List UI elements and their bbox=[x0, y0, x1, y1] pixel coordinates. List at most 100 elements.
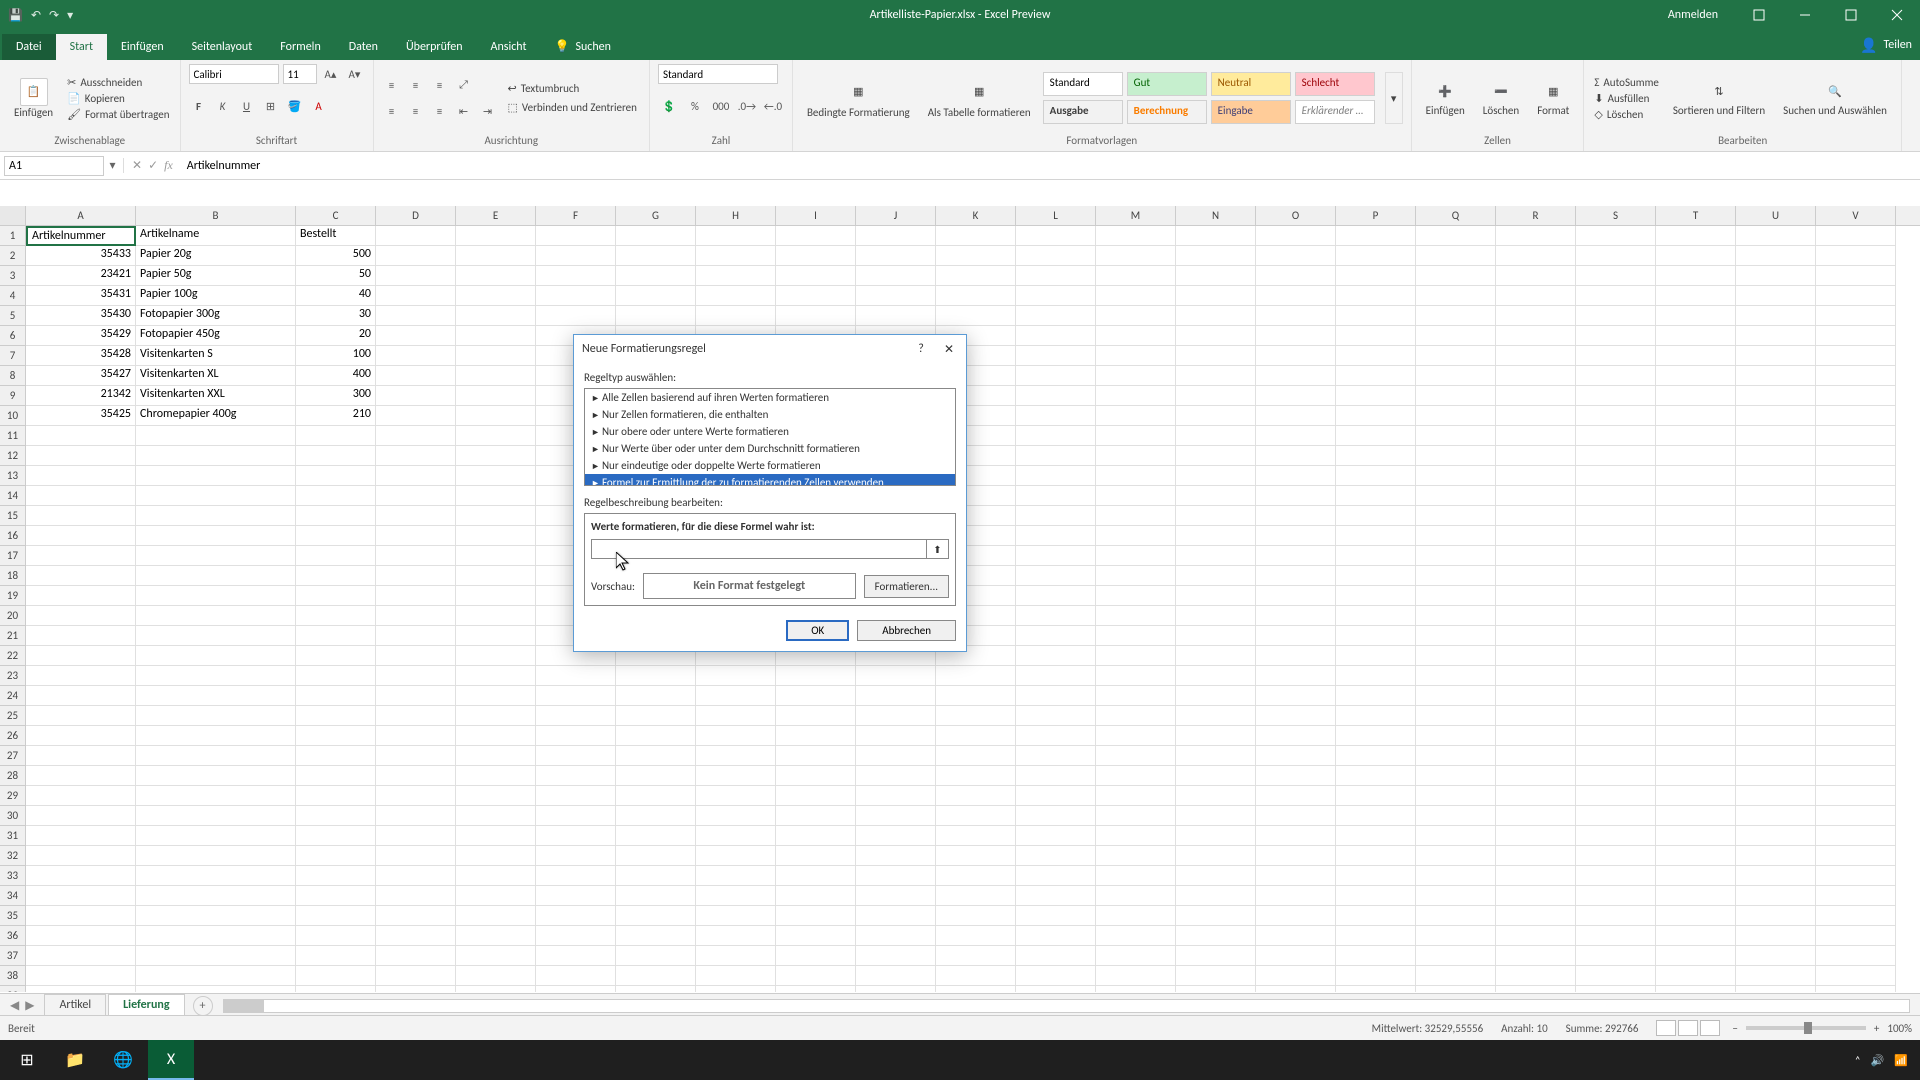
cell[interactable] bbox=[1016, 666, 1096, 686]
cell[interactable] bbox=[1256, 926, 1336, 946]
cell[interactable] bbox=[1576, 826, 1656, 846]
cell[interactable] bbox=[1016, 226, 1096, 246]
cell[interactable] bbox=[536, 906, 616, 926]
cell[interactable] bbox=[1336, 706, 1416, 726]
cell[interactable] bbox=[1416, 586, 1496, 606]
cell[interactable] bbox=[296, 926, 376, 946]
cell[interactable]: 400 bbox=[296, 366, 376, 386]
cell[interactable] bbox=[1176, 666, 1256, 686]
cell[interactable] bbox=[1256, 386, 1336, 406]
cell[interactable] bbox=[1736, 286, 1816, 306]
cell[interactable] bbox=[1736, 246, 1816, 266]
cell[interactable] bbox=[1256, 866, 1336, 886]
cell[interactable] bbox=[1096, 966, 1176, 986]
decimal-inc-icon[interactable]: .0→ bbox=[736, 96, 758, 116]
cell[interactable] bbox=[376, 466, 456, 486]
cell[interactable] bbox=[136, 466, 296, 486]
cell[interactable] bbox=[1416, 426, 1496, 446]
cell[interactable] bbox=[1576, 986, 1656, 992]
cancel-formula-icon[interactable]: ✕ bbox=[132, 158, 142, 173]
cell[interactable] bbox=[1576, 486, 1656, 506]
cell[interactable] bbox=[856, 306, 936, 326]
cell[interactable] bbox=[1016, 706, 1096, 726]
cell[interactable]: 500 bbox=[296, 246, 376, 266]
cell[interactable] bbox=[536, 926, 616, 946]
cell[interactable] bbox=[1576, 446, 1656, 466]
cell[interactable] bbox=[776, 786, 856, 806]
cell[interactable] bbox=[1256, 566, 1336, 586]
cell[interactable] bbox=[1256, 546, 1336, 566]
rule-type-item[interactable]: Nur eindeutige oder doppelte Werte forma… bbox=[585, 457, 955, 474]
cell[interactable] bbox=[296, 546, 376, 566]
cell[interactable] bbox=[26, 726, 136, 746]
grow-font-icon[interactable]: A▴ bbox=[321, 64, 341, 84]
ok-button[interactable]: OK bbox=[786, 620, 849, 641]
cell[interactable] bbox=[296, 506, 376, 526]
row-header[interactable]: 10 bbox=[0, 406, 26, 426]
cell[interactable]: 40 bbox=[296, 286, 376, 306]
cell[interactable] bbox=[1416, 366, 1496, 386]
cell[interactable] bbox=[1656, 966, 1736, 986]
horizontal-scrollbar[interactable] bbox=[223, 999, 1910, 1013]
cell[interactable] bbox=[1576, 626, 1656, 646]
cell[interactable] bbox=[1016, 446, 1096, 466]
cell[interactable] bbox=[856, 826, 936, 846]
format-button[interactable]: Formatieren... bbox=[864, 575, 949, 598]
cell[interactable] bbox=[376, 706, 456, 726]
cell[interactable] bbox=[776, 746, 856, 766]
cell[interactable] bbox=[1576, 546, 1656, 566]
cell[interactable] bbox=[1256, 846, 1336, 866]
cell[interactable] bbox=[1496, 966, 1576, 986]
cell[interactable] bbox=[936, 986, 1016, 992]
format-as-table-button[interactable]: ▦Als Tabelle formatieren bbox=[922, 76, 1037, 121]
cell[interactable] bbox=[136, 626, 296, 646]
cell[interactable] bbox=[1016, 606, 1096, 626]
cell[interactable] bbox=[376, 946, 456, 966]
cell[interactable] bbox=[1336, 426, 1416, 446]
cell[interactable] bbox=[296, 466, 376, 486]
cell[interactable] bbox=[376, 346, 456, 366]
cell[interactable] bbox=[136, 426, 296, 446]
format-painter-button[interactable]: 🖌Format übertragen bbox=[65, 107, 171, 122]
tab-seitenlayout[interactable]: Seitenlayout bbox=[178, 34, 267, 60]
cell[interactable] bbox=[296, 526, 376, 546]
cell[interactable] bbox=[26, 866, 136, 886]
cell[interactable] bbox=[1336, 726, 1416, 746]
cell[interactable] bbox=[776, 286, 856, 306]
style-neutral[interactable]: Neutral bbox=[1211, 72, 1291, 96]
style-ausgabe[interactable]: Ausgabe bbox=[1043, 100, 1123, 124]
cell[interactable] bbox=[936, 726, 1016, 746]
row-header[interactable]: 6 bbox=[0, 326, 26, 346]
cell[interactable] bbox=[296, 806, 376, 826]
tab-daten[interactable]: Daten bbox=[335, 34, 392, 60]
cell[interactable] bbox=[1176, 346, 1256, 366]
cell[interactable] bbox=[1096, 706, 1176, 726]
cell[interactable] bbox=[536, 946, 616, 966]
cell[interactable] bbox=[1656, 706, 1736, 726]
cell[interactable] bbox=[136, 806, 296, 826]
cell[interactable] bbox=[1816, 886, 1896, 906]
cell[interactable] bbox=[1736, 726, 1816, 746]
cell[interactable] bbox=[26, 946, 136, 966]
cell[interactable] bbox=[456, 366, 536, 386]
cell[interactable] bbox=[1656, 266, 1736, 286]
row-header[interactable]: 2 bbox=[0, 246, 26, 266]
rule-type-item[interactable]: Nur obere oder untere Werte formatieren bbox=[585, 423, 955, 440]
cell[interactable] bbox=[456, 726, 536, 746]
cell[interactable] bbox=[1656, 746, 1736, 766]
cell[interactable]: Papier 50g bbox=[136, 266, 296, 286]
share-button[interactable]: 👤Teilen bbox=[1860, 30, 1912, 60]
cell[interactable] bbox=[536, 306, 616, 326]
cell[interactable] bbox=[456, 286, 536, 306]
cell[interactable] bbox=[376, 666, 456, 686]
cell[interactable] bbox=[1576, 426, 1656, 446]
cell[interactable] bbox=[1176, 306, 1256, 326]
cell[interactable] bbox=[1176, 626, 1256, 646]
cell[interactable] bbox=[1576, 326, 1656, 346]
cell[interactable] bbox=[1496, 646, 1576, 666]
delete-cells-button[interactable]: ➖Löschen bbox=[1477, 78, 1525, 119]
row-header[interactable]: 21 bbox=[0, 626, 26, 646]
cell[interactable] bbox=[616, 666, 696, 686]
cell[interactable] bbox=[26, 606, 136, 626]
cell[interactable] bbox=[1016, 266, 1096, 286]
